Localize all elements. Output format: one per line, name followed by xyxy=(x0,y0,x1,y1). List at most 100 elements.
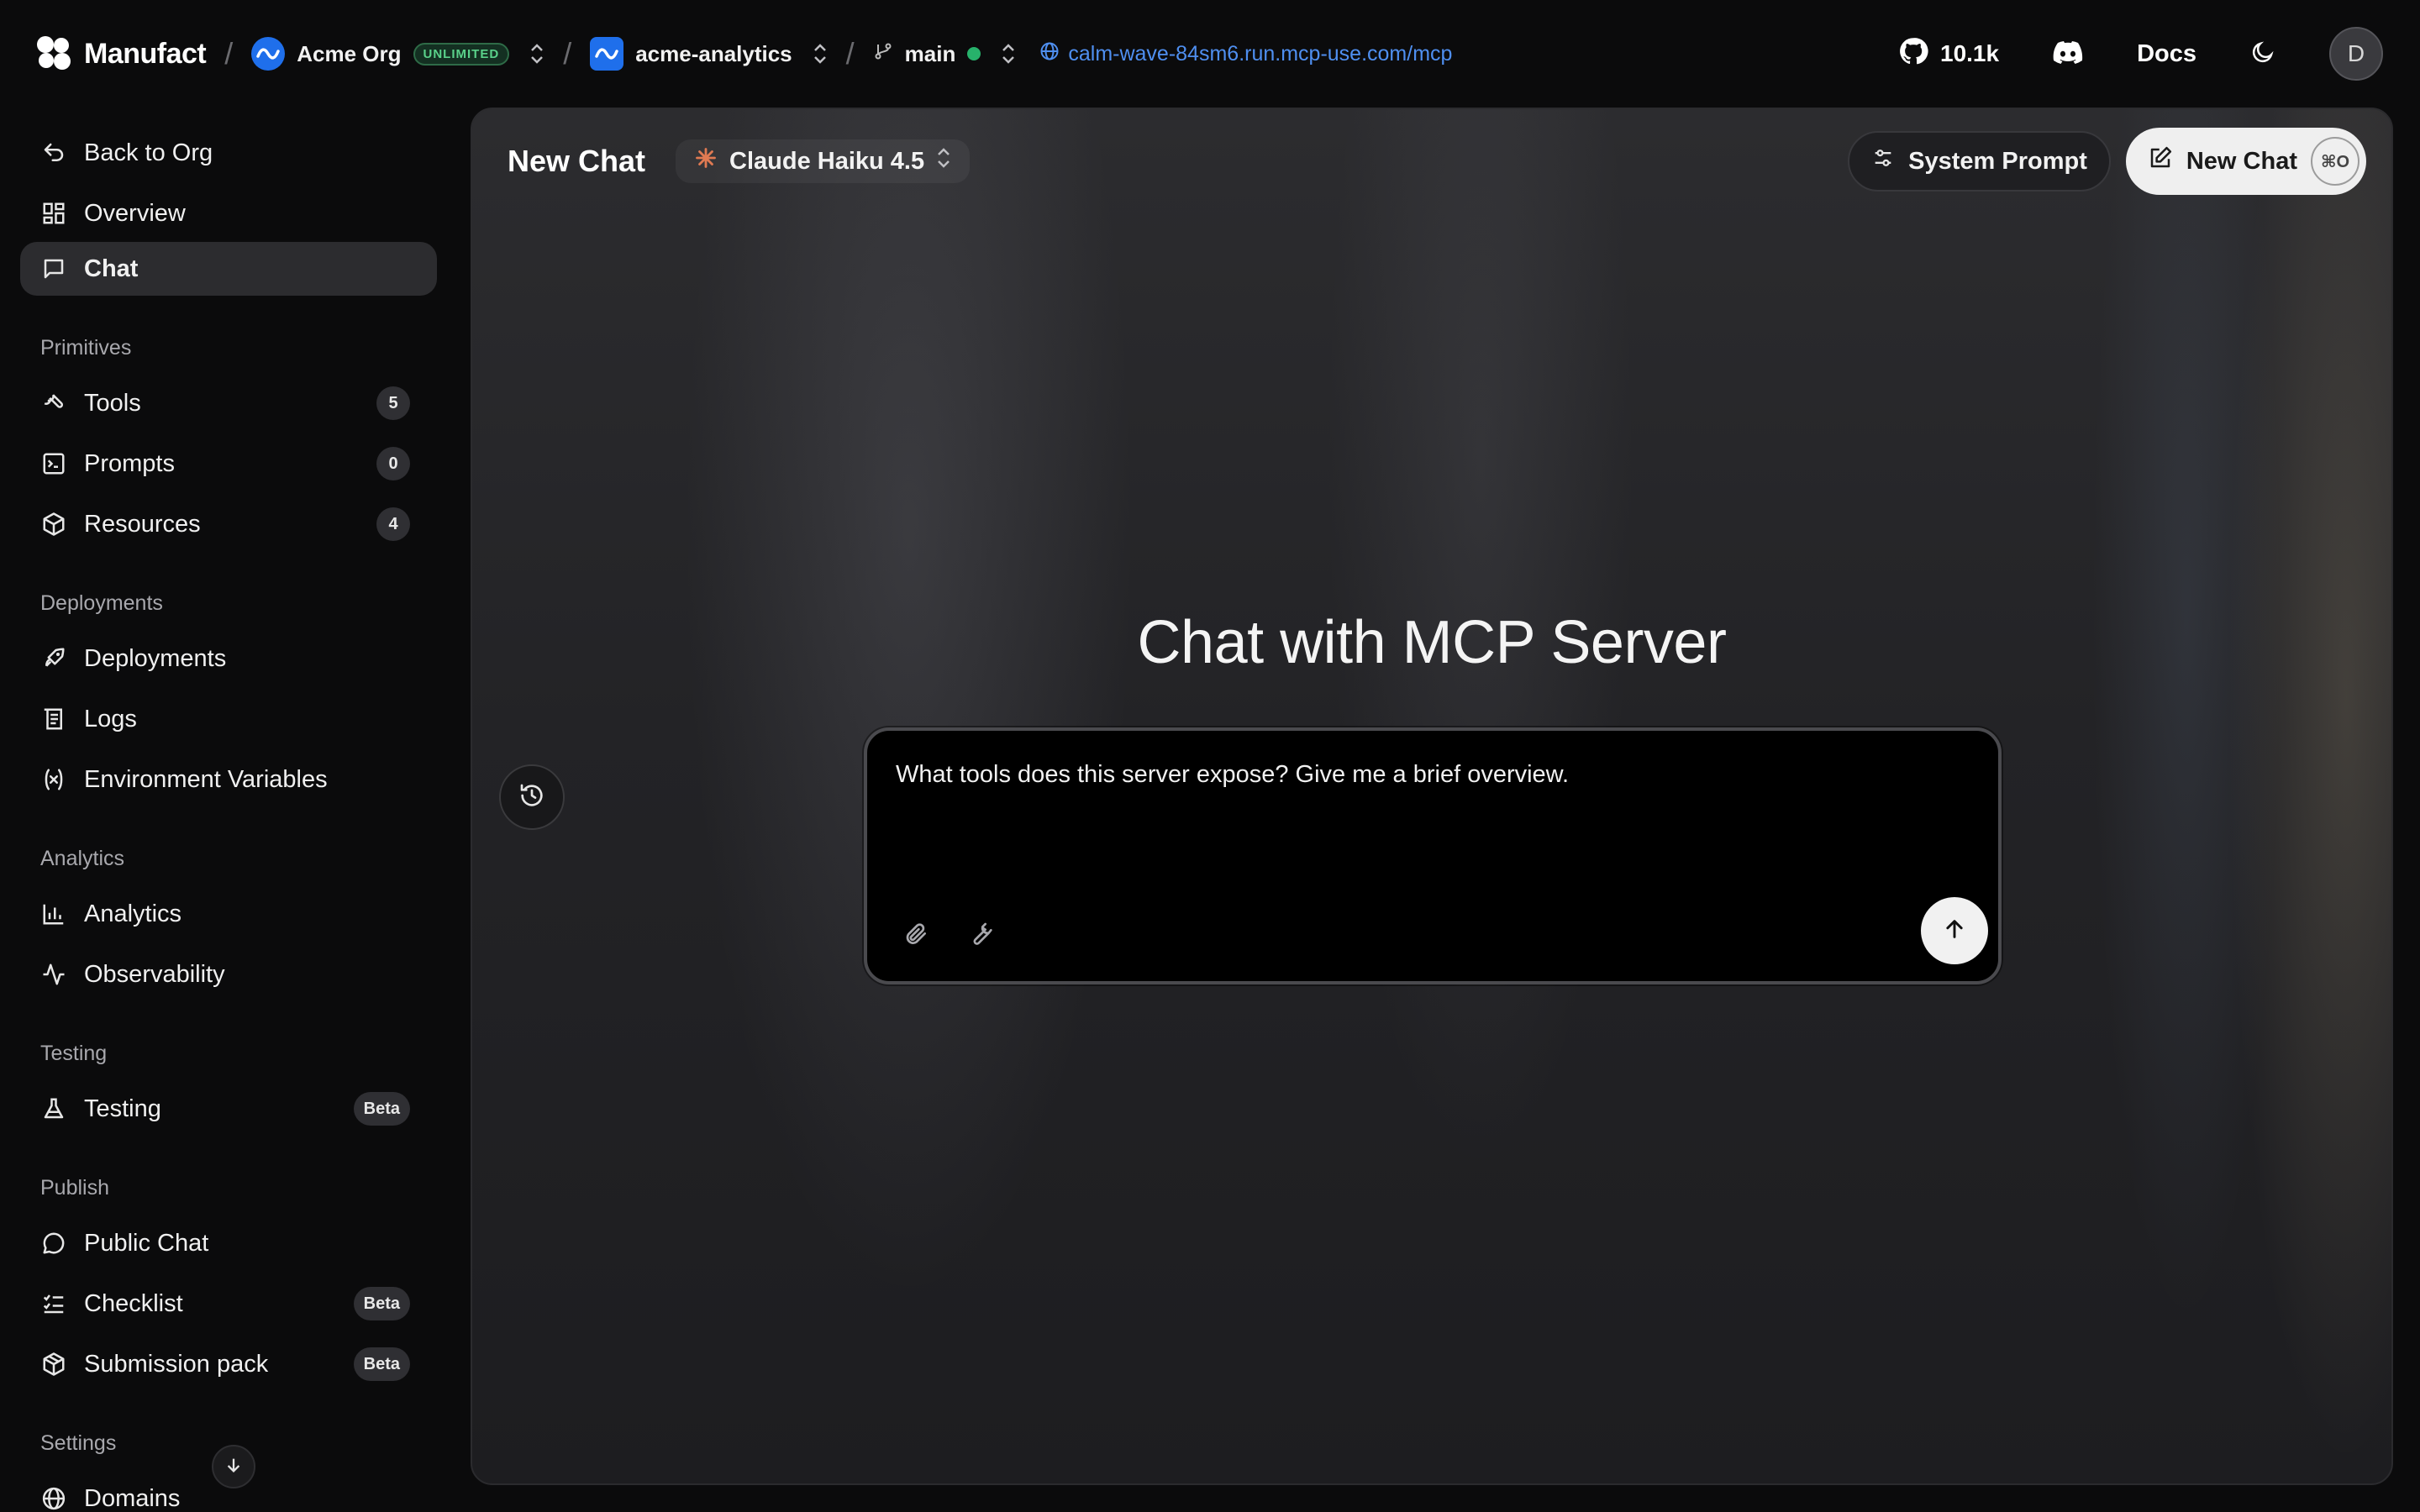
sidebar-item-back-to-org[interactable]: Back to Org xyxy=(20,126,437,180)
sidebar-item-overview[interactable]: Overview xyxy=(20,186,437,240)
scroll-down-button[interactable] xyxy=(212,1445,255,1488)
claude-asterisk-icon xyxy=(694,146,718,176)
sidebar-item-label: Back to Org xyxy=(84,139,213,166)
sidebar-item-label: Logs xyxy=(84,705,137,732)
chevron-up-down-icon xyxy=(529,43,544,65)
keyboard-shortcut-badge: ⌘O xyxy=(2311,137,2360,186)
section-title-publish: Publish xyxy=(40,1176,109,1200)
section-title-settings: Settings xyxy=(40,1431,117,1455)
server-url-text: calm-wave-84sm6.run.mcp-use.com/mcp xyxy=(1068,41,1453,66)
sidebar-item-label: Checklist xyxy=(84,1289,183,1317)
system-prompt-label: System Prompt xyxy=(1908,147,2087,175)
project-name: acme-analytics xyxy=(635,40,792,66)
section-title-testing: Testing xyxy=(40,1042,108,1065)
sidebar-item-tools[interactable]: Tools 5 xyxy=(20,376,437,430)
org-name: Acme Org xyxy=(297,40,402,66)
sidebar-item-environment-variables[interactable]: Environment Variables xyxy=(20,753,437,806)
edit-square-icon xyxy=(2148,145,2173,177)
sidebar-item-analytics[interactable]: Analytics xyxy=(20,887,437,941)
sidebar-item-label: Public Chat xyxy=(84,1229,209,1257)
sidebar-item-observability[interactable]: Observability xyxy=(20,948,437,1001)
logs-icon xyxy=(40,706,67,732)
tools-button[interactable] xyxy=(961,917,998,954)
chevron-up-down-icon xyxy=(813,43,828,65)
branch-status-dot xyxy=(967,47,981,60)
sidebar-item-logs[interactable]: Logs xyxy=(20,692,437,746)
new-chat-label: New Chat xyxy=(2186,147,2297,175)
discord-icon[interactable] xyxy=(2053,40,2083,68)
github-icon xyxy=(1898,36,1928,72)
github-stars-count: 10.1k xyxy=(1940,40,2000,66)
sidebar-item-public-chat[interactable]: Public Chat xyxy=(20,1216,437,1270)
message-input[interactable] xyxy=(896,758,1954,884)
sidebar-item-submission-pack[interactable]: Submission pack Beta xyxy=(20,1337,437,1391)
sidebar-item-label: Chat xyxy=(84,255,139,282)
brand-logo[interactable]: Manufact xyxy=(37,36,207,71)
sidebar-item-resources[interactable]: Resources 4 xyxy=(20,497,437,551)
chat-history-button[interactable] xyxy=(499,764,565,830)
breadcrumb-separator: / xyxy=(845,36,855,71)
send-button[interactable] xyxy=(1921,897,1988,964)
system-prompt-button[interactable]: System Prompt xyxy=(1848,131,2111,192)
count-badge: 5 xyxy=(376,386,410,420)
git-branch-icon xyxy=(873,41,893,67)
plan-badge: UNLIMITED xyxy=(413,42,510,66)
sidebar-item-label: Tools xyxy=(84,389,141,417)
terminal-icon xyxy=(40,450,67,477)
brand-name: Manufact xyxy=(84,37,207,70)
sidebar-item-label: Prompts xyxy=(84,449,175,477)
breadcrumb-separator: / xyxy=(224,36,234,71)
project-switcher[interactable]: acme-analytics xyxy=(590,37,827,71)
globe-icon xyxy=(1039,41,1060,67)
page-title: New Chat xyxy=(508,144,646,178)
sidebar-item-label: Testing xyxy=(84,1095,161,1122)
count-badge: 0 xyxy=(376,447,410,480)
sidebar-item-label: Environment Variables xyxy=(84,765,328,793)
hero-heading: Chat with MCP Server xyxy=(1137,609,1727,676)
sidebar-item-testing[interactable]: Testing Beta xyxy=(20,1082,437,1136)
docs-link[interactable]: Docs xyxy=(2137,40,2196,68)
sidebar-item-checklist[interactable]: Checklist Beta xyxy=(20,1277,437,1331)
sidebar-item-chat[interactable]: Chat xyxy=(20,242,437,296)
history-icon xyxy=(518,782,545,813)
section-title-deployments: Deployments xyxy=(40,591,163,615)
chat-bubble-icon xyxy=(40,1230,67,1257)
activity-icon xyxy=(40,961,67,988)
sidebar-item-label: Submission pack xyxy=(84,1350,269,1378)
server-url-link[interactable]: calm-wave-84sm6.run.mcp-use.com/mcp xyxy=(1039,41,1452,67)
branch-switcher[interactable]: main xyxy=(873,41,1017,67)
manufact-logo-icon xyxy=(37,36,72,71)
grid-icon xyxy=(40,200,67,227)
theme-toggle-moon-icon[interactable] xyxy=(2250,39,2275,69)
sidebar-item-prompts[interactable]: Prompts 0 xyxy=(20,437,437,491)
sidebar-item-deployments[interactable]: Deployments xyxy=(20,632,437,685)
sidebar-item-label: Deployments xyxy=(84,644,227,672)
project-logo-icon xyxy=(590,37,624,71)
attach-button[interactable] xyxy=(897,917,934,954)
github-stars-link[interactable]: 10.1k xyxy=(1898,36,1999,72)
sidebar-item-label: Overview xyxy=(84,199,186,227)
section-title-analytics: Analytics xyxy=(40,847,125,870)
arrow-down-icon xyxy=(224,1456,243,1478)
variable-icon xyxy=(40,766,67,793)
breadcrumb-separator: / xyxy=(563,36,572,71)
chevron-up-down-icon xyxy=(1001,43,1016,65)
org-logo-icon xyxy=(251,37,286,71)
sidebar-item-label: Resources xyxy=(84,510,201,538)
model-name: Claude Haiku 4.5 xyxy=(729,147,925,175)
branch-name: main xyxy=(904,40,956,66)
model-selector[interactable]: Claude Haiku 4.5 xyxy=(676,139,971,183)
sidebar: Back to Org Overview Chat Primitives Too… xyxy=(0,108,454,1512)
arrow-up-icon xyxy=(1943,917,1966,945)
new-chat-button[interactable]: New Chat ⌘O xyxy=(2125,128,2366,195)
flask-icon xyxy=(40,1095,67,1122)
checklist-icon xyxy=(40,1290,67,1317)
sidebar-item-label: Observability xyxy=(84,960,225,988)
beta-badge: Beta xyxy=(353,1347,410,1381)
org-switcher[interactable]: Acme Org UNLIMITED xyxy=(251,37,544,71)
rocket-icon xyxy=(40,645,67,672)
bar-chart-icon xyxy=(40,900,67,927)
user-avatar[interactable]: D xyxy=(2329,27,2383,81)
count-badge: 4 xyxy=(376,507,410,541)
chevron-up-down-icon xyxy=(936,147,951,176)
